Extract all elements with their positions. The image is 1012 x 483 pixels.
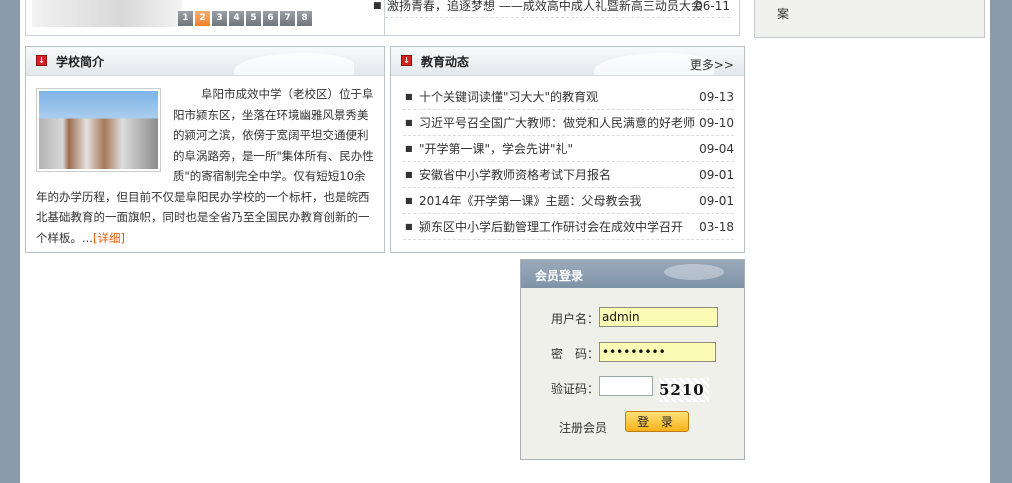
bullet-icon: ■ bbox=[405, 196, 413, 205]
news-title[interactable]: 2014年《开学第一课》主题：父母教会我 bbox=[419, 194, 642, 208]
news-title[interactable]: 十个关键词读懂"习大大"的教育观 bbox=[419, 90, 598, 104]
news-date: 03-18 bbox=[697, 214, 734, 239]
news-title[interactable]: "开学第一课"，学会先讲"礼" bbox=[419, 142, 573, 156]
slider-pager: 12345678 bbox=[178, 11, 312, 26]
more-link[interactable]: 更多>> bbox=[690, 56, 734, 73]
school-photo[interactable] bbox=[36, 88, 161, 172]
list-item[interactable]: ■ 安徽省中小学教师资格考试下月报名 09-01 bbox=[403, 162, 734, 188]
username-input[interactable] bbox=[599, 307, 718, 327]
pager-button-7[interactable]: 7 bbox=[280, 11, 295, 26]
pager-button-6[interactable]: 6 bbox=[263, 11, 278, 26]
news-title[interactable]: 激扬青春，追逐梦想 ——成效高中成人礼暨新高三动员大会 bbox=[387, 0, 703, 12]
pager-button-5[interactable]: 5 bbox=[246, 11, 261, 26]
member-login-panel: 会员登录 用户名： 密 码： 验证码： 5210 注册会员 登 录 bbox=[520, 259, 745, 460]
list-item[interactable]: ■ 十个关键词读懂"习大大"的教育观 09-13 bbox=[403, 84, 734, 110]
news-title[interactable]: 习近平号召全国广大教师：做党和人民满意的好老师 bbox=[419, 116, 695, 130]
arrow-down-icon: ↓ bbox=[36, 55, 47, 66]
login-header: 会员登录 bbox=[521, 260, 744, 288]
slider-image[interactable] bbox=[32, 0, 182, 27]
bullet-icon: ■ bbox=[405, 170, 413, 179]
captcha-label: 验证码： bbox=[551, 382, 600, 396]
password-input[interactable] bbox=[599, 342, 716, 362]
list-item[interactable]: ■ 颍东区中小学后勤管理工作研讨会在成效中学召开 03-18 bbox=[403, 214, 734, 240]
news-title[interactable]: 安徽省中小学教师资格考试下月报名 bbox=[419, 168, 611, 182]
bullet-icon: ■ bbox=[373, 1, 382, 11]
pager-button-4[interactable]: 4 bbox=[229, 11, 244, 26]
pager-button-8[interactable]: 8 bbox=[297, 11, 312, 26]
bullet-icon: ■ bbox=[405, 92, 413, 101]
bullet-icon: ■ bbox=[405, 118, 413, 127]
news-date: 09-04 bbox=[697, 136, 734, 161]
list-item[interactable]: ■ 激扬青春，追逐梦想 ——成效高中成人礼暨新高三动员大会 06-11 bbox=[373, 0, 730, 18]
bullet-icon: ■ bbox=[405, 222, 413, 231]
register-link[interactable]: 注册会员 bbox=[559, 419, 607, 436]
login-title: 会员登录 bbox=[535, 269, 584, 283]
image-slider: 12345678 bbox=[25, 0, 385, 36]
school-intro-panel: ↓ 学校简介 阜阳市成效中学（老校区）位于阜阳市颍东区，坐落在环境幽雅风景秀美的… bbox=[25, 46, 385, 253]
arrow-down-icon: ↓ bbox=[401, 55, 412, 66]
news-date: 06-11 bbox=[695, 0, 730, 13]
right-sidebar-box: 案 bbox=[754, 0, 985, 38]
panel-title: 教育动态 bbox=[421, 55, 470, 69]
panel-header: ↓ 学校简介 bbox=[26, 47, 384, 76]
list-item[interactable]: ■ "开学第一课"，学会先讲"礼" 09-04 bbox=[403, 136, 734, 162]
pager-button-1[interactable]: 1 bbox=[178, 11, 193, 26]
panel-header: ↓ 教育动态 更多>> bbox=[391, 47, 744, 76]
news-date: 09-01 bbox=[697, 188, 734, 213]
captcha-image[interactable]: 5210 bbox=[659, 378, 709, 402]
panel-title: 学校简介 bbox=[56, 55, 105, 69]
sidebar-text[interactable]: 案 bbox=[777, 5, 789, 22]
page-container: 12345678 ■ 激扬青春，追逐梦想 ——成效高中成人礼暨新高三动员大会 0… bbox=[20, 0, 990, 483]
captcha-input[interactable] bbox=[599, 376, 653, 396]
pager-button-2[interactable]: 2 bbox=[195, 11, 210, 26]
password-label: 密 码： bbox=[551, 347, 600, 361]
news-list: ■ 十个关键词读懂"习大大"的教育观 09-13 ■ 习近平号召全国广大教师：做党和人… bbox=[391, 76, 744, 240]
login-button[interactable]: 登 录 bbox=[625, 411, 689, 432]
top-news-list: ■ 激扬青春，追逐梦想 ——成效高中成人礼暨新高三动员大会 06-11 bbox=[373, 0, 740, 36]
list-item[interactable]: ■ 习近平号召全国广大教师：做党和人民满意的好老师 09-10 bbox=[403, 110, 734, 136]
news-date: 09-13 bbox=[697, 84, 734, 109]
username-label: 用户名： bbox=[551, 312, 600, 326]
news-date: 09-01 bbox=[697, 162, 734, 187]
bullet-icon: ■ bbox=[405, 144, 413, 153]
news-title[interactable]: 颍东区中小学后勤管理工作研讨会在成效中学召开 bbox=[419, 220, 683, 234]
detail-link[interactable]: [详细] bbox=[93, 231, 125, 245]
news-date: 09-10 bbox=[697, 110, 734, 135]
education-news-panel: ↓ 教育动态 更多>> ■ 十个关键词读懂"习大大"的教育观 09-13 ■ 习近平号… bbox=[390, 46, 745, 253]
pager-button-3[interactable]: 3 bbox=[212, 11, 227, 26]
list-item[interactable]: ■ 2014年《开学第一课》主题：父母教会我 09-01 bbox=[403, 188, 734, 214]
